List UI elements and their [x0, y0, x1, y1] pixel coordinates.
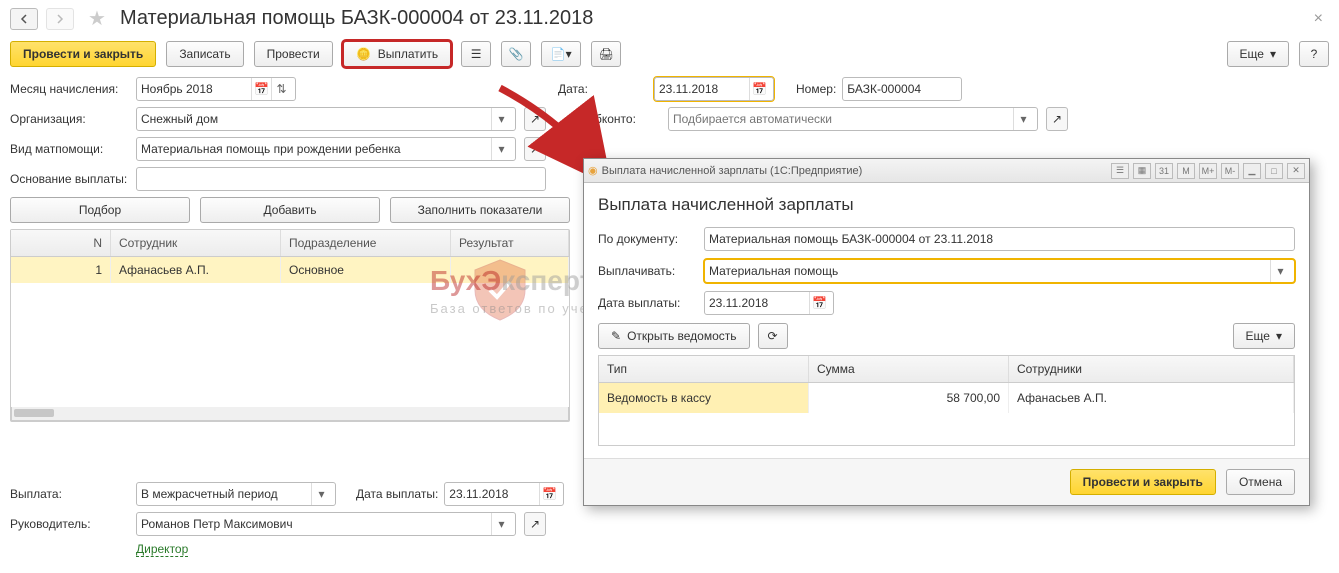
pick-button[interactable]: Подбор — [10, 197, 190, 223]
calendar-icon[interactable]: 📅 — [539, 483, 559, 505]
pay-field[interactable]: ▾ — [704, 259, 1295, 283]
subconto-label: т. субконто: — [572, 112, 662, 126]
win-btn[interactable]: M+ — [1199, 163, 1217, 179]
doc-field[interactable] — [704, 227, 1295, 251]
app-icon: ◉ — [588, 164, 598, 177]
manager-field[interactable]: ▾ — [136, 512, 516, 536]
chevron-down-icon[interactable]: ▾ — [1013, 108, 1033, 130]
payout-table: Тип Сумма Сотрудники Ведомость в кассу 5… — [598, 355, 1295, 446]
en-label: ЕН — [572, 142, 589, 156]
post-button[interactable]: Провести — [254, 41, 333, 67]
open-ref-button[interactable]: ↗ — [524, 107, 546, 131]
director-link[interactable]: Директор — [136, 542, 188, 557]
calendar-icon[interactable]: 📅 — [749, 78, 769, 100]
post-and-close-button[interactable]: Провести и закрыть — [10, 41, 156, 67]
col-n[interactable]: N — [11, 230, 111, 256]
refresh-button[interactable]: ⟳ — [758, 323, 788, 349]
maximize-button[interactable]: □ — [1265, 163, 1283, 179]
org-label: Организация: — [10, 112, 130, 126]
chevron-down-icon[interactable]: ▾ — [491, 513, 511, 535]
create-based-button[interactable]: 📄▾ — [541, 41, 581, 67]
month-label: Месяц начисления: — [10, 82, 130, 96]
calendar-icon[interactable]: 📅 — [809, 292, 829, 314]
col-res[interactable]: Результат — [451, 230, 569, 256]
close-button[interactable]: ✕ — [1287, 163, 1305, 179]
fill-button[interactable]: Заполнить показатели — [390, 197, 570, 223]
doc-label: По документу: — [598, 232, 698, 246]
win-btn[interactable]: ☰ — [1111, 163, 1129, 179]
table-row[interactable]: 1 Афанасьев А.П. Основное — [11, 257, 569, 283]
stepper-icon[interactable]: ⇅ — [271, 78, 291, 100]
subconto-field[interactable]: ▾ — [668, 107, 1038, 131]
kind-field[interactable]: ▾ — [136, 137, 516, 161]
nav-back-button[interactable] — [10, 8, 38, 30]
win-btn[interactable]: M — [1177, 163, 1195, 179]
attach-icon-button[interactable]: 📎 — [501, 41, 531, 67]
win-btn[interactable]: ▦ — [1133, 163, 1151, 179]
reason-field[interactable] — [136, 167, 546, 191]
popup-more-button[interactable]: Еще ▾ — [1233, 323, 1295, 349]
kind-label: Вид матпомощи: — [10, 142, 130, 156]
table-row[interactable]: Ведомость в кассу 58 700,00 Афанасьев А.… — [599, 383, 1294, 413]
coins-icon: 🪙 — [356, 46, 372, 62]
pdate-label: Дата выплаты: — [598, 296, 698, 310]
chevron-down-icon[interactable]: ▾ — [491, 108, 511, 130]
close-icon[interactable]: × — [1308, 8, 1329, 30]
write-button[interactable]: Записать — [166, 41, 243, 67]
pay-label: Выплачивать: — [598, 264, 698, 278]
chevron-down-icon[interactable]: ▾ — [491, 138, 511, 160]
list-icon-button[interactable]: ☰ — [461, 41, 491, 67]
open-sheet-button[interactable]: ✎ Открыть ведомость — [598, 323, 750, 349]
date-label: Дата: — [558, 82, 648, 96]
date-field[interactable]: 📅 — [654, 77, 774, 101]
favorite-star-icon[interactable]: ★ — [88, 6, 106, 31]
number-field[interactable] — [842, 77, 962, 101]
pdate-field[interactable]: 📅 — [704, 291, 834, 315]
payout-label: Выплата: — [10, 487, 130, 501]
col-dep[interactable]: Подразделение — [281, 230, 451, 256]
open-ref-button[interactable]: ↗ — [524, 137, 546, 161]
pencil-icon: ✎ — [611, 329, 621, 343]
month-field[interactable]: 📅 ⇅ — [136, 77, 296, 101]
chevron-down-icon[interactable]: ▾ — [1270, 260, 1290, 282]
popup-title: Выплата начисленной зарплаты (1С:Предпри… — [602, 165, 1107, 177]
minimize-button[interactable]: ▁ — [1243, 163, 1261, 179]
chevron-down-icon[interactable]: ▾ — [311, 483, 331, 505]
add-button[interactable]: Добавить — [200, 197, 380, 223]
nav-fwd-button[interactable] — [46, 8, 74, 30]
open-ref-button[interactable]: ↗ — [524, 512, 546, 536]
help-button[interactable]: ? — [1299, 41, 1329, 67]
pay-button[interactable]: 🪙 Выплатить — [343, 41, 452, 67]
employees-table: N Сотрудник Подразделение Результат 1 Аф… — [10, 229, 570, 422]
payout-select[interactable]: ▾ — [136, 482, 336, 506]
col-emp[interactable]: Сотрудник — [111, 230, 281, 256]
page-title: Материальная помощь БАЗК-000004 от 23.11… — [120, 7, 593, 30]
payout-date-label: Дата выплаты: — [356, 487, 438, 501]
manager-label: Руководитель: — [10, 517, 130, 531]
win-btn[interactable]: M- — [1221, 163, 1239, 179]
win-btn[interactable]: 31 — [1155, 163, 1173, 179]
popup-heading: Выплата начисленной зарплаты — [598, 195, 1295, 215]
reason-label: Основание выплаты: — [10, 172, 130, 186]
h-scrollbar[interactable] — [11, 407, 569, 421]
number-label: Номер: — [796, 82, 836, 96]
payout-popup: ◉ Выплата начисленной зарплаты (1С:Предп… — [583, 158, 1310, 506]
more-button[interactable]: Еще ▾ — [1227, 41, 1289, 67]
print-icon-button[interactable]: 🖨 — [591, 41, 621, 67]
open-ref-button[interactable]: ↗ — [1046, 107, 1068, 131]
org-field[interactable]: ▾ — [136, 107, 516, 131]
payout-date-field[interactable]: 📅 — [444, 482, 564, 506]
calendar-icon[interactable]: 📅 — [251, 78, 271, 100]
